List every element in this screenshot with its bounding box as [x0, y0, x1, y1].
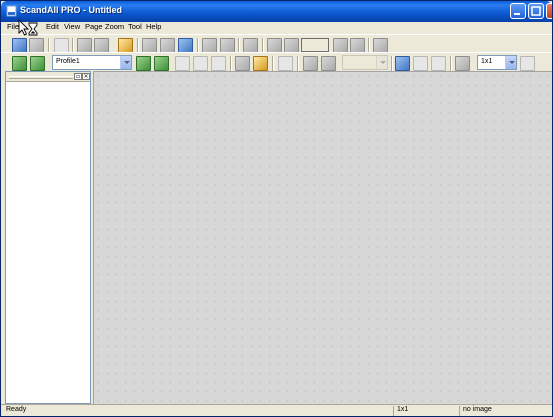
separator-sheet-button[interactable]: [234, 55, 251, 72]
window-title: ScandAll PRO - Untitled: [20, 5, 123, 15]
panel-close-button[interactable]: ×: [82, 73, 90, 80]
chevron-down-icon[interactable]: [120, 56, 131, 69]
barcode-button[interactable]: [252, 55, 269, 72]
menu-view[interactable]: View: [64, 22, 80, 31]
eraser-button[interactable]: [277, 55, 294, 72]
last-page-icon: [350, 38, 365, 53]
toolbar-separator: [297, 56, 299, 71]
grid-view-button[interactable]: [519, 55, 536, 72]
tool-a-icon: [175, 56, 190, 71]
zoom-select[interactable]: [342, 55, 388, 70]
actual-size-icon: [431, 56, 446, 71]
batch-scan-button[interactable]: [153, 55, 170, 72]
status-image: no image: [459, 406, 550, 416]
zoom-in-button[interactable]: [302, 55, 319, 72]
first-page-icon: [267, 38, 282, 53]
toolbar-separator: [197, 38, 199, 53]
scan-icon: [12, 56, 27, 71]
rotate-left-icon: [202, 38, 217, 53]
page-icon: [54, 38, 69, 53]
rotate-right-icon: [220, 38, 235, 53]
status-text: Ready: [6, 406, 27, 413]
separator-sheet-icon: [235, 56, 250, 71]
menu-edit[interactable]: Edit: [46, 22, 59, 31]
toolbar-separator: [262, 38, 264, 53]
fit-page-button[interactable]: [394, 55, 411, 72]
tool-c-icon: [211, 56, 226, 71]
minimize-button[interactable]: [510, 3, 526, 19]
zoom-out-icon: [321, 56, 336, 71]
annotation-icon: [178, 38, 193, 53]
zoom-out-button[interactable]: [320, 55, 337, 72]
menu-tool[interactable]: Tool: [128, 22, 142, 31]
scan-to-icon: [136, 56, 151, 71]
maximize-button[interactable]: [528, 3, 544, 19]
trash-icon: [243, 38, 258, 53]
text-icon: [160, 38, 175, 53]
tool-a-button[interactable]: [174, 55, 191, 72]
busy-cursor-icon: [18, 19, 38, 36]
grid-view-icon: [520, 56, 535, 71]
image-viewer-canvas[interactable]: [93, 71, 552, 404]
tool-b-icon: [193, 56, 208, 71]
panel-restore-button[interactable]: ▫: [74, 73, 82, 80]
scan-settings-button[interactable]: [29, 55, 46, 72]
split-view-select[interactable]: 1x1: [477, 55, 517, 70]
toolbar-separator: [48, 38, 50, 53]
close-button[interactable]: [546, 3, 552, 19]
toolbar-separator: [450, 56, 452, 71]
fit-width-button[interactable]: [412, 55, 429, 72]
print-icon: [77, 38, 92, 53]
scan-toolbar: Profile1 1x1: [1, 52, 552, 73]
export-icon: [118, 38, 133, 53]
thumbnail-panel-header: ▫ ×: [6, 72, 90, 82]
chevron-down-icon[interactable]: [505, 56, 516, 69]
copy-icon: [94, 38, 109, 53]
toolbar-separator: [137, 38, 139, 53]
toolbar-separator: [238, 38, 240, 53]
menu-zoom[interactable]: Zoom: [105, 22, 124, 31]
scandall-app-icon[interactable]: [6, 5, 17, 17]
toolbar-separator: [368, 38, 370, 53]
profile-select-value: Profile1: [56, 58, 80, 65]
prev-page-icon: [284, 38, 299, 53]
toolbar-separator: [230, 56, 232, 71]
scan-button[interactable]: [11, 55, 28, 72]
barcode-icon: [253, 56, 268, 71]
eraser-icon: [278, 56, 293, 71]
tool-b-button[interactable]: [192, 55, 209, 72]
toolbar-separator: [72, 38, 74, 53]
tool-c-button[interactable]: [210, 55, 227, 72]
toolbar-separator: [272, 56, 274, 71]
menu-bar: File Edit View Page Zoom Tool Help: [1, 22, 552, 34]
menu-page[interactable]: Page: [85, 22, 103, 31]
fit-width-icon: [413, 56, 428, 71]
split-view-value: 1x1: [481, 58, 493, 65]
batch-scan-icon: [154, 56, 169, 71]
ocr-icon: [142, 38, 157, 53]
fit-page-icon: [395, 56, 410, 71]
panel-grip[interactable]: [9, 76, 73, 79]
status-bar: Ready 1x1 no image: [1, 404, 552, 416]
app-window: ScandAll PRO - Untitled File Edit View P…: [0, 0, 553, 417]
zoom-in-icon: [303, 56, 318, 71]
scanner-icon: [30, 56, 45, 71]
title-bar[interactable]: ScandAll PRO - Untitled: [1, 1, 552, 22]
status-split: 1x1: [393, 406, 457, 416]
profile-select[interactable]: Profile1: [52, 55, 132, 70]
zoom-area-button[interactable]: [454, 55, 471, 72]
page-number-field[interactable]: [301, 38, 329, 52]
goto-page-icon: [373, 38, 388, 53]
next-page-icon: [333, 38, 348, 53]
actual-size-button[interactable]: [430, 55, 447, 72]
menu-help[interactable]: Help: [146, 22, 161, 31]
scan-to-button[interactable]: [135, 55, 152, 72]
thumbnail-panel[interactable]: ▫ ×: [5, 71, 91, 404]
chevron-down-icon[interactable]: [376, 56, 387, 69]
magnifier-icon: [455, 56, 470, 71]
toolbar-separator: [391, 56, 393, 71]
